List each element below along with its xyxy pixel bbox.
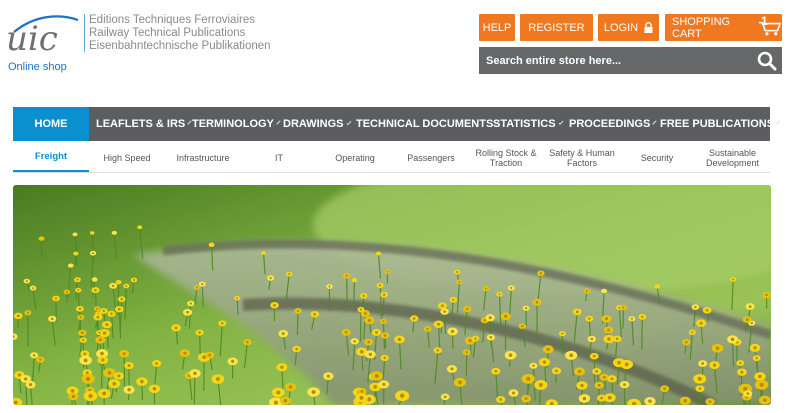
logo-text: uic — [6, 19, 58, 58]
subnav-infrastructure[interactable]: Infrastructure — [165, 144, 241, 172]
online-shop-label[interactable]: Online shop — [8, 61, 67, 73]
subnav-high-speed-label: High Speed — [103, 152, 151, 163]
shopping-cart-label: SHOPPING CART — [672, 15, 731, 40]
subnav-it-label: IT — [275, 152, 283, 163]
login-button[interactable]: LOGIN — [598, 14, 659, 41]
tagline-french: Editions Techniques Ferroviaires — [89, 14, 255, 26]
subnav-operating[interactable]: Operating — [317, 144, 393, 172]
cart-count-badge: 1 — [761, 14, 768, 28]
nav-statistics-label: STATISTICS — [493, 118, 556, 130]
subnav-it[interactable]: IT — [241, 144, 317, 172]
subnav-operating-label: Operating — [335, 152, 375, 163]
shopping-cart-button[interactable]: SHOPPING CART 1 — [665, 14, 782, 41]
search-bar — [479, 47, 782, 74]
nav-leaflets-irs[interactable]: LEAFLETS & IRS — [89, 107, 192, 141]
nav-home[interactable]: HOME — [13, 107, 89, 141]
nav-statistics[interactable]: STATISTICS — [486, 107, 564, 141]
nav-technical-documents-label: TECHNICAL DOCUMENTS — [356, 118, 494, 130]
main-nav: HOME LEAFLETS & IRS TERMINOLOGY DRAWINGS… — [13, 107, 781, 141]
lock-icon — [644, 22, 653, 33]
search-icon[interactable] — [757, 51, 777, 71]
nav-free-publications[interactable]: FREE PUBLICATIONS — [653, 107, 781, 141]
nav-proceedings[interactable]: PROCEEDINGS — [562, 107, 657, 141]
nav-home-label: HOME — [34, 118, 68, 130]
tagline-english: Railway Technical Publications — [89, 27, 246, 39]
hero-banner[interactable] — [13, 185, 771, 405]
subnav-high-speed[interactable]: High Speed — [89, 144, 165, 172]
hero-image-flowers-rails — [13, 185, 771, 405]
login-label: LOGIN — [603, 21, 639, 34]
nav-leaflets-irs-label: LEAFLETS & IRS — [96, 118, 186, 130]
tagline-divider — [84, 14, 85, 52]
subnav-rolling-stock-label: Rolling Stock & Traction — [475, 147, 537, 168]
subnav-safety-human-factors[interactable]: Safety & Human Factors — [543, 144, 621, 172]
subnav-passengers-label: Passengers — [407, 152, 455, 163]
uic-logo[interactable]: uic — [6, 12, 82, 59]
tagline-german: Eisenbahntechnische Publikationen — [89, 40, 271, 52]
register-label: REGISTER — [528, 21, 585, 34]
subnav-freight[interactable]: Freight — [13, 144, 89, 172]
help-label: HELP — [482, 21, 512, 34]
subnav-passengers[interactable]: Passengers — [393, 144, 469, 172]
subnav-safety-human-factors-label: Safety & Human Factors — [549, 147, 615, 168]
nav-free-publications-label: FREE PUBLICATIONS — [660, 118, 775, 130]
nav-technical-documents[interactable]: TECHNICAL DOCUMENTS — [349, 107, 500, 141]
nav-drawings[interactable]: DRAWINGS — [276, 107, 351, 141]
subnav-sustainable-development[interactable]: Sustainable Development — [695, 144, 770, 172]
nav-drawings-label: DRAWINGS — [283, 118, 344, 130]
help-button[interactable]: HELP — [479, 14, 515, 41]
subnav-security[interactable]: Security — [621, 144, 693, 172]
nav-terminology-label: TERMINOLOGY — [192, 118, 274, 130]
register-button[interactable]: REGISTER — [520, 14, 593, 41]
subnav-security-label: Security — [640, 152, 674, 163]
subnav-infrastructure-label: Infrastructure — [176, 152, 230, 163]
subnav-sustainable-development-label: Sustainable Development — [705, 147, 760, 168]
subnav-rolling-stock[interactable]: Rolling Stock & Traction — [469, 144, 543, 172]
chevron-down-icon — [776, 119, 781, 125]
subnav-freight-label: Freight — [34, 150, 68, 162]
nav-terminology[interactable]: TERMINOLOGY — [185, 107, 281, 141]
search-input[interactable] — [484, 53, 748, 68]
sub-nav: Freight High Speed Infrastructure IT Ope… — [13, 144, 770, 173]
nav-proceedings-label: PROCEEDINGS — [569, 118, 651, 130]
